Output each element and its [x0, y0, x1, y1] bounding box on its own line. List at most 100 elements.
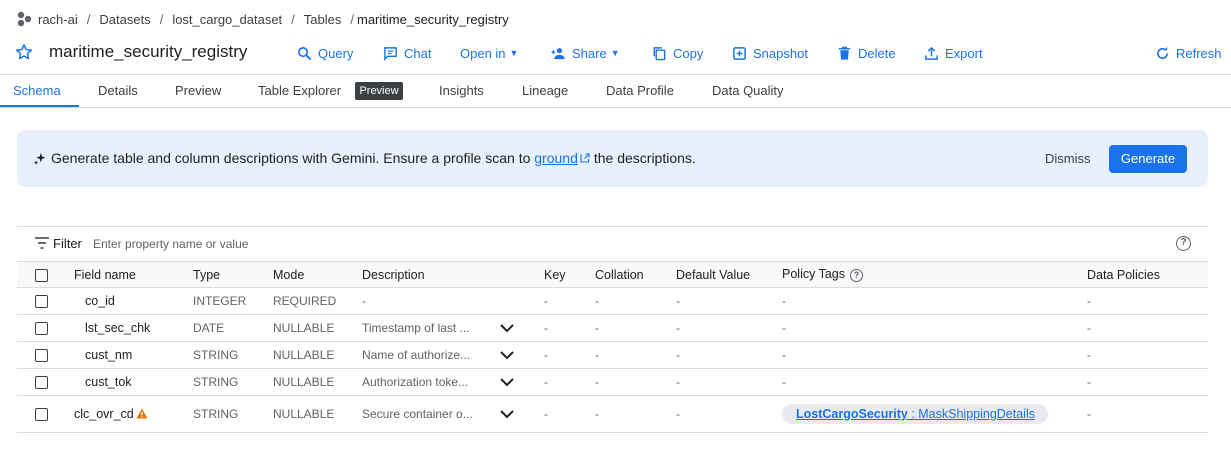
- open-in-label: Open in: [460, 45, 506, 61]
- banner-message: Generate table and column descriptions w…: [51, 150, 696, 166]
- chat-button[interactable]: Chat: [383, 43, 431, 63]
- refresh-button[interactable]: Refresh: [1155, 43, 1222, 63]
- warning-icon[interactable]: [136, 408, 148, 419]
- chevron-down-icon[interactable]: [500, 324, 514, 333]
- table-row: co_id INTEGER REQUIRED - - - - - -: [17, 287, 1208, 315]
- snapshot-label: Snapshot: [753, 45, 808, 61]
- col-field-name[interactable]: Field name: [74, 261, 193, 288]
- col-collation[interactable]: Collation: [595, 261, 676, 288]
- col-description[interactable]: Description: [362, 261, 544, 288]
- copy-label: Copy: [673, 45, 704, 61]
- chevron-down-icon[interactable]: [500, 410, 514, 419]
- banner-text-after: the descriptions.: [593, 150, 696, 166]
- delete-label: Delete: [858, 45, 896, 61]
- caret-down-icon: ▼: [610, 48, 620, 58]
- snapshot-button[interactable]: Snapshot: [732, 43, 808, 63]
- col-default-value[interactable]: Default Value: [676, 261, 782, 288]
- field-name-cell: clc_ovr_cd: [74, 395, 193, 433]
- field-name: cust_nm: [74, 341, 193, 369]
- field-key: -: [544, 395, 595, 433]
- field-type: STRING: [193, 395, 273, 433]
- col-data-policies[interactable]: Data Policies: [1087, 261, 1208, 288]
- help-icon[interactable]: ?: [850, 268, 863, 282]
- breadcrumb-separator: /: [86, 11, 91, 27]
- table-row: cust_nm STRING NULLABLE Name of authoriz…: [17, 341, 1208, 369]
- field-description-cell: Name of authorize...: [362, 341, 544, 369]
- chevron-down-icon[interactable]: [500, 378, 514, 387]
- field-policy-tags: -: [782, 314, 1087, 342]
- tab-data-quality[interactable]: Data Quality: [712, 83, 784, 103]
- filter-input[interactable]: [93, 233, 693, 255]
- field-name: co_id: [74, 287, 193, 315]
- schema-table: Field name Type Mode Description Key Col…: [17, 261, 1208, 433]
- delete-button[interactable]: Delete: [837, 43, 896, 63]
- tab-details[interactable]: Details: [98, 83, 138, 103]
- col-type[interactable]: Type: [193, 261, 273, 288]
- col-key[interactable]: Key: [544, 261, 595, 288]
- row-checkbox[interactable]: [35, 349, 48, 363]
- caret-down-icon: ▼: [509, 48, 519, 58]
- select-all-checkbox[interactable]: [35, 268, 48, 282]
- field-default-value: -: [676, 341, 782, 369]
- col-mode[interactable]: Mode: [273, 261, 362, 288]
- field-default-value: -: [676, 395, 782, 433]
- search-icon: [298, 46, 312, 60]
- breadcrumb-tables[interactable]: Tables: [304, 12, 342, 27]
- row-checkbox[interactable]: [35, 295, 48, 309]
- table-header-row: Field name Type Mode Description Key Col…: [17, 261, 1208, 288]
- filter-label[interactable]: Filter: [53, 236, 82, 251]
- share-label: Share: [572, 45, 607, 61]
- breadcrumb-separator: /: [350, 11, 354, 27]
- row-checkbox[interactable]: [35, 322, 48, 336]
- policy-tag-name: LostCargoSecurity: [796, 407, 908, 421]
- field-description: Authorization toke...: [362, 375, 469, 390]
- help-icon[interactable]: ?: [1176, 236, 1191, 251]
- field-policy-tags: -: [782, 368, 1087, 396]
- export-button[interactable]: Export: [924, 43, 983, 63]
- tabs-divider: [0, 107, 1231, 108]
- tab-lineage[interactable]: Lineage: [522, 83, 568, 103]
- field-description-cell: Timestamp of last ...: [362, 314, 544, 342]
- tab-data-profile[interactable]: Data Profile: [606, 83, 674, 103]
- generate-button[interactable]: Generate: [1109, 145, 1187, 173]
- query-button[interactable]: Query: [297, 43, 353, 63]
- field-key: -: [544, 314, 595, 342]
- gemini-banner: Generate table and column descriptions w…: [17, 130, 1208, 187]
- sparkle-icon: [33, 152, 46, 166]
- chevron-down-icon[interactable]: [500, 351, 514, 360]
- col-policy-tags[interactable]: Policy Tags?: [782, 261, 1087, 288]
- tab-insights[interactable]: Insights: [439, 83, 484, 103]
- row-checkbox[interactable]: [35, 408, 48, 422]
- field-policy-tags: -: [782, 341, 1087, 369]
- field-type: DATE: [193, 314, 273, 342]
- policy-tag-chip[interactable]: LostCargoSecurity : MaskShippingDetails: [782, 404, 1048, 424]
- field-mode: NULLABLE: [273, 341, 362, 369]
- tab-schema[interactable]: Schema: [13, 83, 61, 103]
- schema-panel: Filter ? Field name Type Mode Descriptio…: [17, 226, 1208, 433]
- breadcrumb-separator: /: [159, 11, 164, 27]
- breadcrumb-project[interactable]: rach-ai: [38, 12, 78, 27]
- breadcrumb-dataset[interactable]: lost_cargo_dataset: [172, 12, 282, 27]
- ground-link[interactable]: ground: [534, 150, 578, 166]
- field-description: Secure container o...: [362, 407, 473, 422]
- table-row: lst_sec_chk DATE NULLABLE Timestamp of l…: [17, 314, 1208, 342]
- field-collation: -: [595, 314, 676, 342]
- snapshot-icon: [733, 46, 746, 60]
- field-type: STRING: [193, 368, 273, 396]
- filter-icon[interactable]: [35, 237, 49, 249]
- field-name: cust_tok: [74, 368, 193, 396]
- row-checkbox[interactable]: [35, 376, 48, 390]
- dismiss-button[interactable]: Dismiss: [1045, 151, 1091, 166]
- open-in-button[interactable]: Open in ▼: [460, 43, 518, 63]
- tab-table-explorer[interactable]: Table Explorer: [258, 83, 341, 103]
- field-type: INTEGER: [193, 287, 273, 315]
- policy-tags-label: Policy Tags: [782, 267, 845, 282]
- field-description-cell: Secure container o...: [362, 395, 544, 433]
- breadcrumb-datasets[interactable]: Datasets: [99, 12, 150, 27]
- policy-tag-value: : MaskShippingDetails: [907, 407, 1035, 421]
- query-label: Query: [318, 45, 354, 61]
- copy-button[interactable]: Copy: [652, 43, 703, 63]
- tab-preview[interactable]: Preview: [175, 83, 221, 103]
- chat-icon: [384, 46, 397, 61]
- share-button[interactable]: Share ▼: [551, 43, 620, 63]
